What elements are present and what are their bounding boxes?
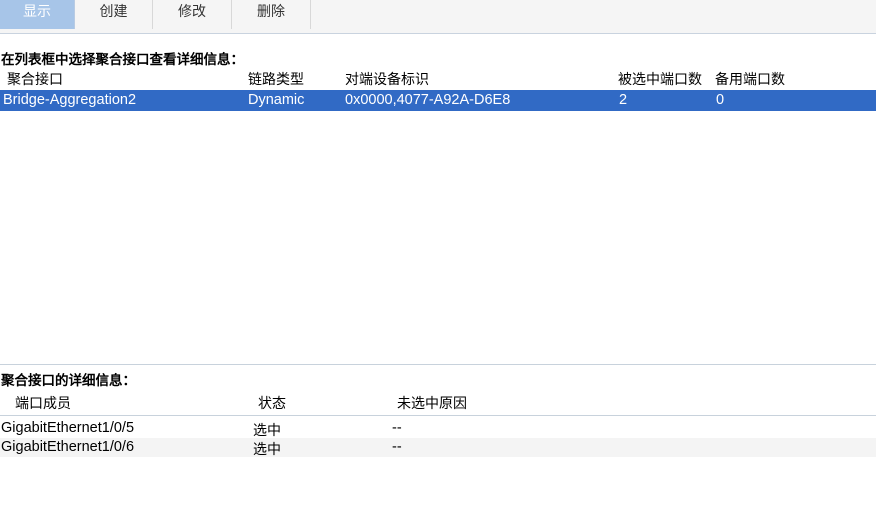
column-header-selected-ports[interactable]: 被选中端口数 [618, 69, 702, 89]
cell-reason: -- [392, 420, 402, 436]
column-header-status[interactable]: 状态 [258, 393, 286, 413]
table-row[interactable]: GigabitEthernet1/0/5 选中 -- [0, 419, 876, 439]
header-divider [0, 415, 876, 416]
cell-link-type: Dynamic [248, 92, 305, 108]
cell-status: 选中 [253, 442, 281, 458]
section-divider [0, 364, 876, 365]
detail-section-title: 聚合接口的详细信息： [1, 373, 136, 389]
tab-modify[interactable]: 修改 [153, 0, 232, 29]
column-header-standby-ports[interactable]: 备用端口数 [715, 69, 785, 89]
cell-member: GigabitEthernet1/0/5 [1, 420, 135, 436]
cell-status: 选中 [253, 423, 281, 439]
tab-bar: 显示 创建 修改 删除 [0, 0, 876, 34]
column-header-peer-id[interactable]: 对端设备标识 [345, 69, 429, 89]
column-header-reason[interactable]: 未选中原因 [397, 393, 467, 413]
cell-standby-ports: 0 [716, 92, 725, 108]
column-header-interface[interactable]: 聚合接口 [7, 69, 63, 89]
column-header-member[interactable]: 端口成员 [15, 393, 71, 413]
cell-peer-id: 0x0000,4077-A92A-D6E8 [345, 92, 511, 108]
tab-delete[interactable]: 删除 [232, 0, 311, 29]
cell-reason: -- [392, 439, 402, 455]
cell-selected-ports: 2 [619, 92, 628, 108]
tab-display[interactable]: 显示 [0, 0, 75, 29]
table-row[interactable]: Bridge-Aggregation2 Dynamic 0x0000,4077-… [0, 90, 876, 111]
table-row[interactable]: GigabitEthernet1/0/6 选中 -- [0, 438, 876, 458]
column-header-link-type[interactable]: 链路类型 [248, 69, 304, 89]
cell-interface: Bridge-Aggregation2 [3, 92, 137, 108]
tab-create[interactable]: 创建 [75, 0, 153, 29]
cell-member: GigabitEthernet1/0/6 [1, 439, 135, 455]
list-section-title: 在列表框中选择聚合接口查看详细信息： [1, 52, 244, 68]
